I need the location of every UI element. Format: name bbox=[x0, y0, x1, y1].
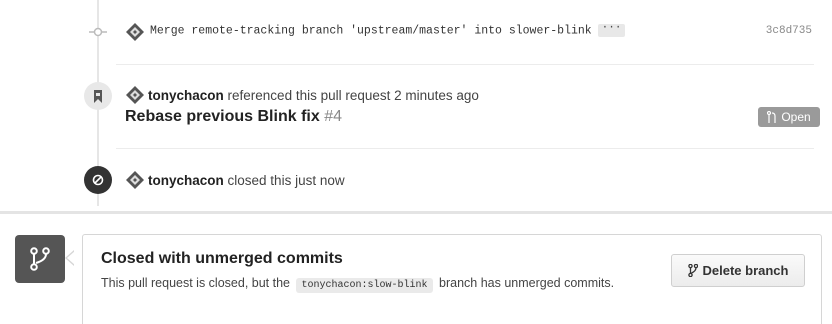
status-label: Open bbox=[781, 110, 811, 124]
username-link[interactable]: tonychacon bbox=[148, 173, 224, 188]
delete-branch-label[interactable]: Delete branch bbox=[703, 263, 789, 278]
user-avatar-icon[interactable] bbox=[126, 171, 144, 189]
closed-event-text: tonychacon closed this just now bbox=[148, 173, 345, 188]
event-description: referenced this pull request 2 minutes a… bbox=[227, 88, 479, 103]
merge-status-title: Closed with unmerged commits bbox=[101, 250, 343, 267]
reference-event-text: tonychacon referenced this pull request … bbox=[148, 88, 479, 103]
divider bbox=[116, 64, 814, 65]
event-description: closed this just now bbox=[227, 173, 345, 188]
expand-commit-button[interactable]: ··· bbox=[597, 23, 626, 37]
commit-message[interactable]: Merge remote-tracking branch 'upstream/m… bbox=[150, 23, 626, 38]
commit-row: Merge remote-tracking branch 'upstream/m… bbox=[0, 14, 832, 50]
circle-slash-icon bbox=[92, 174, 104, 186]
desc-before: This pull request is closed, but the bbox=[101, 276, 290, 290]
user-avatar-icon[interactable] bbox=[126, 23, 144, 41]
commit-dot-icon bbox=[89, 27, 107, 37]
merge-status-box: Closed with unmerged commits This pull r… bbox=[82, 234, 822, 324]
discussion-bottom-divider bbox=[0, 211, 832, 214]
referenced-pr-link[interactable]: Rebase previous Blink fix #4 bbox=[125, 108, 342, 126]
closed-badge bbox=[84, 166, 112, 194]
pull-request-icon bbox=[767, 111, 776, 123]
merge-status-description: This pull request is closed, but the ton… bbox=[101, 273, 621, 296]
divider bbox=[116, 148, 814, 149]
bookmark-badge bbox=[84, 82, 112, 110]
commit-message-text[interactable]: Merge remote-tracking branch 'upstream/m… bbox=[150, 25, 592, 38]
merge-status-icon-box bbox=[15, 235, 65, 283]
branch-name: tonychacon:slow-blink bbox=[296, 278, 433, 293]
delete-branch-button[interactable]: Delete branch bbox=[671, 254, 805, 287]
commit-sha-link[interactable]: 3c8d735 bbox=[766, 25, 812, 37]
merge-box-pointer-inner bbox=[67, 251, 75, 265]
bookmark-icon bbox=[94, 89, 102, 103]
status-badge: Open bbox=[758, 107, 820, 127]
desc-after: branch has unmerged commits. bbox=[439, 276, 615, 290]
git-branch-icon bbox=[30, 247, 50, 271]
pr-number[interactable]: #4 bbox=[324, 108, 342, 125]
pr-title-text[interactable]: Rebase previous Blink fix bbox=[125, 108, 320, 125]
user-avatar-icon[interactable] bbox=[126, 86, 144, 104]
git-branch-icon bbox=[687, 264, 698, 277]
username-link[interactable]: tonychacon bbox=[148, 88, 224, 103]
